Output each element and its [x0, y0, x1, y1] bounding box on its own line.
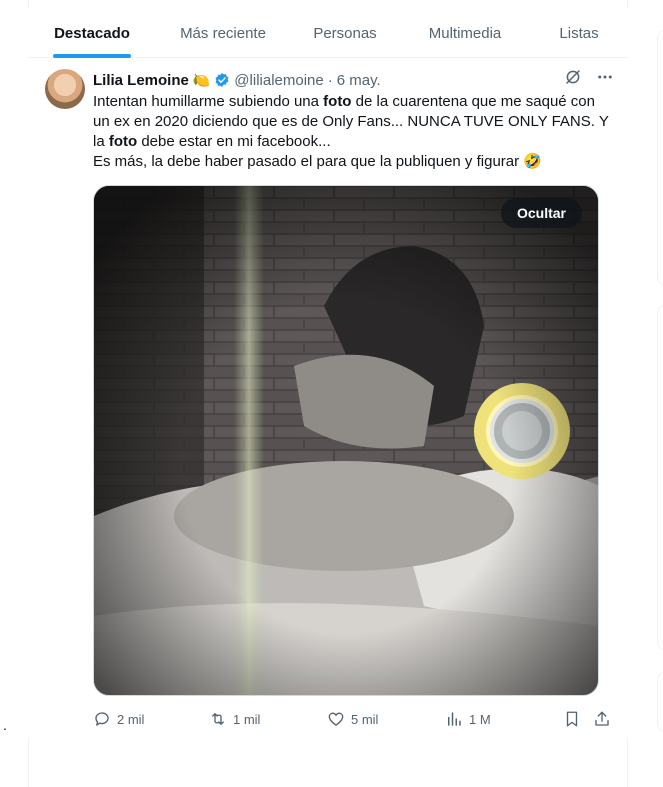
retweet-icon: [212, 713, 224, 725]
like-action[interactable]: 5 mil: [327, 710, 378, 728]
tab-label: Personas: [313, 24, 377, 42]
like-count: 5 mil: [351, 711, 379, 727]
share-icon: [595, 711, 609, 726]
tab-multimedia[interactable]: Multimedia: [400, 8, 530, 58]
tweet-text-segment: Intentan humillarme subiendo una: [93, 93, 324, 110]
views-count: 1 M: [469, 711, 491, 727]
author-name[interactable]: Lilia Lemoine: [93, 72, 189, 89]
retweet-count: 1 mil: [233, 711, 261, 727]
tab-listas[interactable]: Listas: [530, 8, 628, 58]
separator: ·: [327, 71, 333, 89]
reply-action[interactable]: 2 mil: [93, 710, 144, 728]
tweet-text: Intentan humillarme subiendo una foto de…: [93, 92, 615, 172]
tab-label: Destacado: [54, 24, 130, 42]
tab-label: Listas: [559, 24, 599, 42]
views-icon: [448, 712, 461, 726]
bookmark-action[interactable]: [563, 710, 581, 728]
views-action[interactable]: 1 M: [445, 710, 491, 728]
hide-media-button[interactable]: Ocultar: [500, 198, 582, 228]
right-panel-card: [657, 672, 663, 732]
tweet-date[interactable]: 6 may.: [337, 72, 381, 89]
highlighted-term: foto: [108, 133, 138, 150]
reply-icon: [95, 712, 109, 726]
name-emoji: 🍋: [192, 71, 211, 88]
bookmark-icon: [566, 711, 578, 727]
tweet-media-image[interactable]: Ocultar: [93, 185, 599, 696]
more-icon[interactable]: [596, 68, 614, 86]
stray-dot: .: [3, 717, 7, 733]
verified-badge-icon[interactable]: [214, 72, 230, 88]
author-handle[interactable]: @lilialemoine: [234, 72, 323, 89]
tweet-actions: 2 mil 1 mil 5 mil 1 M: [93, 708, 615, 730]
share-action[interactable]: [593, 710, 611, 728]
tweet[interactable]: Lilia Lemoine 🍋 @lilialemoine · 6 may. I…: [28, 58, 628, 738]
avatar[interactable]: [45, 69, 85, 109]
right-panel-card: [657, 30, 663, 285]
tab-mas-reciente[interactable]: Más reciente: [156, 8, 290, 58]
reply-count: 2 mil: [117, 711, 145, 727]
right-panel-card: [657, 305, 663, 650]
photo-placeholder: [94, 186, 598, 695]
retweet-action[interactable]: 1 mil: [209, 710, 260, 728]
header-actions: [564, 68, 614, 86]
tab-destacado[interactable]: Destacado: [28, 8, 156, 58]
grok-icon[interactable]: [564, 68, 582, 86]
heart-icon: [328, 712, 344, 726]
highlighted-term: foto: [323, 93, 352, 110]
tab-personas[interactable]: Personas: [290, 8, 400, 58]
tab-label: Multimedia: [428, 24, 502, 42]
tweet-header: Lilia Lemoine 🍋 @lilialemoine · 6 may.: [93, 70, 618, 90]
tweet-text-segment: debe estar en mi facebook...: [137, 133, 331, 150]
tweet-text-segment: Es más, la debe haber pasado el para que…: [93, 153, 542, 170]
search-tabs: Destacado Más reciente Personas Multimed…: [28, 8, 628, 58]
tab-label: Más reciente: [180, 24, 266, 42]
